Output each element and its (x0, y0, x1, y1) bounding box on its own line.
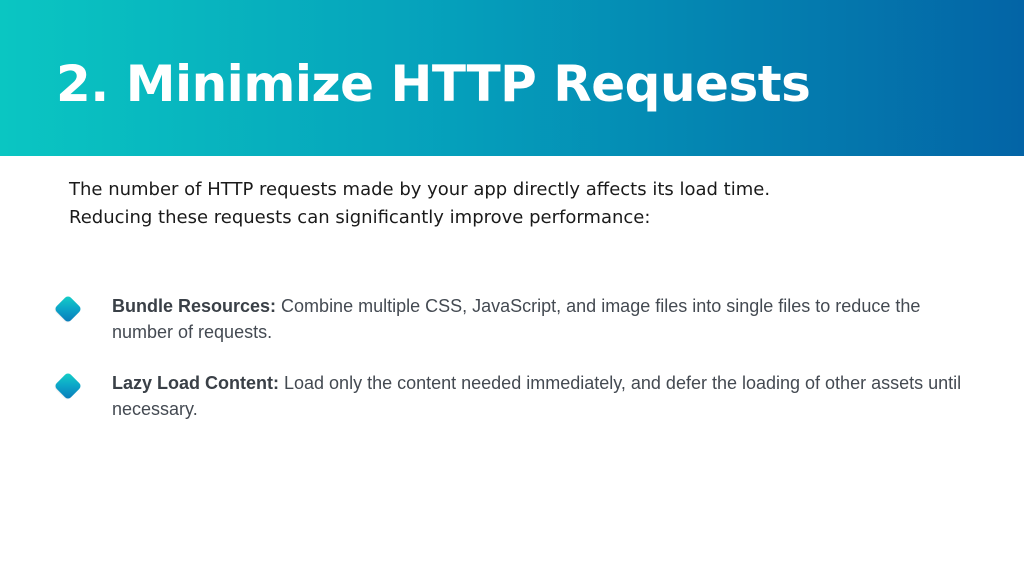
header-banner: 2. Minimize HTTP Requests (0, 0, 1024, 156)
slide-title: 2. Minimize HTTP Requests (56, 55, 811, 113)
bullet-lead: Lazy Load Content: (112, 373, 279, 393)
diamond-bullet-icon (53, 371, 83, 401)
intro-line-1: The number of HTTP requests made by your… (69, 179, 771, 200)
intro-paragraph: The number of HTTP requests made by your… (69, 176, 969, 232)
slide: 2. Minimize HTTP Requests The number of … (0, 0, 1024, 576)
bullet-lead: Bundle Resources: (112, 296, 277, 316)
bullet-text: Bundle Resources: Combine multiple CSS, … (112, 293, 972, 345)
intro-line-2: Reducing these requests can significantl… (69, 207, 651, 228)
diamond-bullet-icon (53, 294, 83, 324)
bullet-text: Lazy Load Content: Load only the content… (112, 370, 972, 422)
